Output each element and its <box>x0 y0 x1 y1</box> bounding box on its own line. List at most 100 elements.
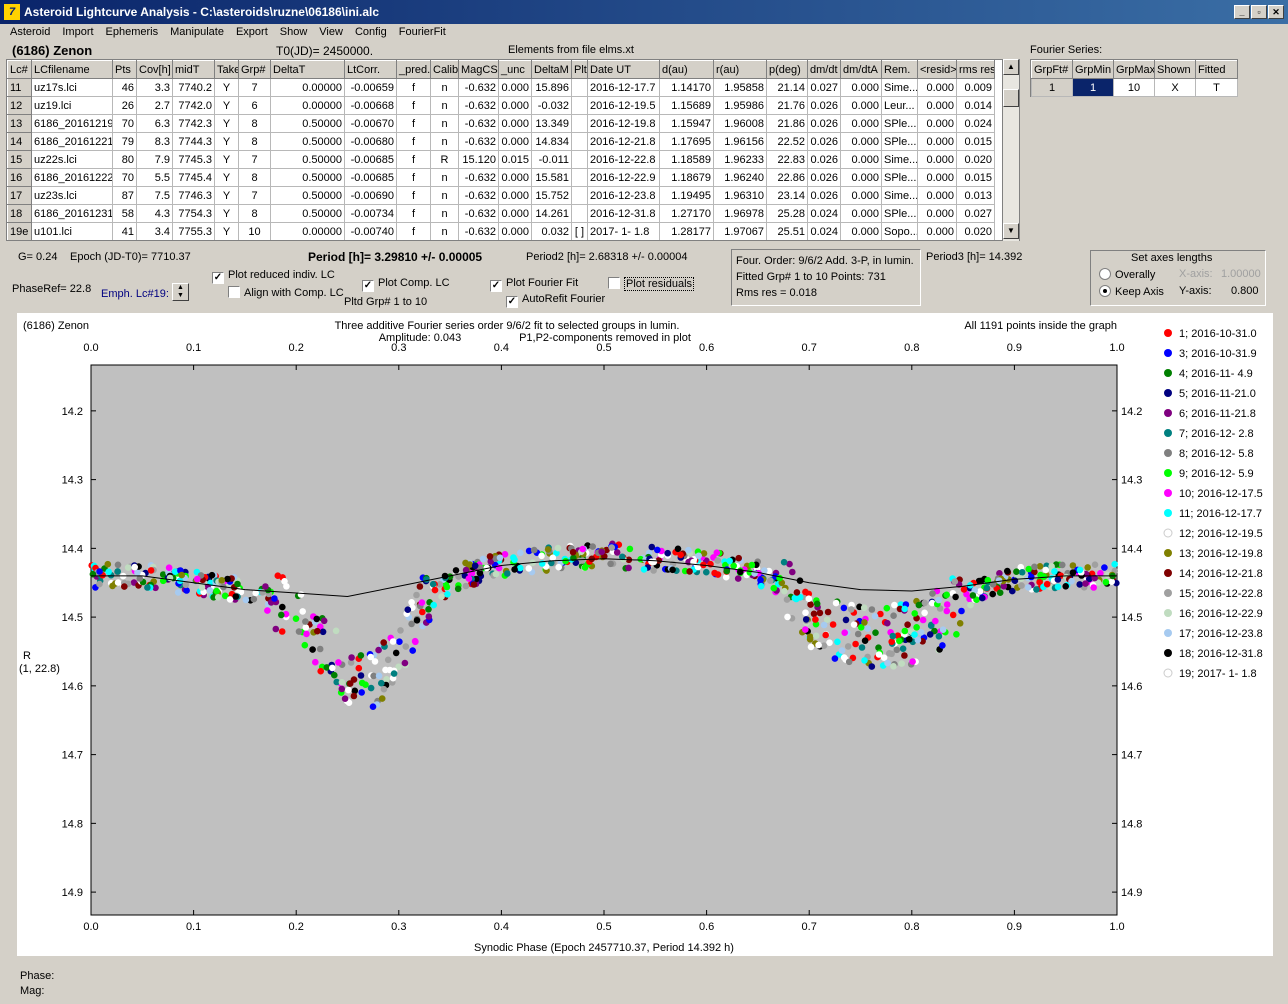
column-header[interactable]: _unc <box>498 60 532 79</box>
table-cell[interactable]: Y <box>214 186 239 205</box>
table-cell[interactable]: 0.50000 <box>270 114 345 133</box>
column-header[interactable]: <resid> <box>917 60 957 79</box>
table-cell[interactable]: 7745.4 <box>172 168 215 187</box>
table-cell[interactable]: -0.632 <box>458 132 499 151</box>
table-cell[interactable]: 1.96978 <box>713 204 767 223</box>
table-cell[interactable] <box>571 150 588 169</box>
table-cell[interactable]: Sopo... <box>881 222 918 240</box>
table-cell[interactable]: -0.632 <box>458 168 499 187</box>
table-cell[interactable]: 1.96240 <box>713 168 767 187</box>
table-cell[interactable]: Y <box>214 204 239 223</box>
table-row[interactable]: 15 uz22s.lci 80 7.9 7745.3 Y 7 0.50000 -0.00685 f… <box>7 150 995 169</box>
table-cell[interactable]: 0.50000 <box>270 132 345 151</box>
table-cell[interactable]: 7745.3 <box>172 150 215 169</box>
table-cell[interactable]: 0.000 <box>917 186 957 205</box>
table-cell[interactable]: R <box>430 150 459 169</box>
table-cell[interactable]: 0.000 <box>917 168 957 187</box>
table-cell[interactable]: 15.896 <box>531 78 572 97</box>
table-cell[interactable]: 10 <box>238 222 271 240</box>
column-header[interactable]: Plt <box>571 60 588 79</box>
table-cell[interactable]: 21.86 <box>766 114 808 133</box>
fourier-cell[interactable]: 1 <box>1031 78 1073 97</box>
table-cell[interactable]: 0.00000 <box>270 222 345 240</box>
table-cell[interactable]: uz19.lci <box>31 96 113 115</box>
table-cell[interactable]: f <box>396 186 431 205</box>
table-cell[interactable]: 0.009 <box>956 78 995 97</box>
table-row[interactable]: 18 6186_20161231 58 4.3 7754.3 Y 8 0.50000 -0.00… <box>7 204 995 223</box>
table-cell[interactable]: 23.14 <box>766 186 808 205</box>
table-cell[interactable]: -0.00668 <box>344 96 397 115</box>
table-cell[interactable]: 0.50000 <box>270 168 345 187</box>
table-cell[interactable]: 79 <box>112 132 137 151</box>
table-cell[interactable]: 87 <box>112 186 137 205</box>
table-cell[interactable]: -0.00670 <box>344 114 397 133</box>
table-cell[interactable]: -0.00734 <box>344 204 397 223</box>
table-cell[interactable]: Y <box>214 114 239 133</box>
fourier-column-header[interactable]: Fitted <box>1195 60 1238 79</box>
table-cell[interactable]: 0.000 <box>840 78 882 97</box>
column-header[interactable]: LtCorr. <box>344 60 397 79</box>
table-cell[interactable]: 4.3 <box>136 204 173 223</box>
table-cell[interactable]: 18 <box>7 204 32 223</box>
table-cell[interactable]: f <box>396 132 431 151</box>
table-cell[interactable]: 0.026 <box>807 150 841 169</box>
table-cell[interactable]: 0.50000 <box>270 186 345 205</box>
table-cell[interactable] <box>571 186 588 205</box>
table-cell[interactable]: 22.52 <box>766 132 808 151</box>
table-row[interactable]: 19e u101.lci 41 3.4 7755.3 Y 10 0.00000 -0.00740… <box>7 222 995 240</box>
table-cell[interactable]: 58 <box>112 204 137 223</box>
keep-axis-radio[interactable]: Keep Axis <box>1099 285 1164 298</box>
plot-comp-lc-checkbox[interactable]: ✓ Plot Comp. LC <box>362 277 450 292</box>
table-cell[interactable]: 14.834 <box>531 132 572 151</box>
align-comp-checkbox[interactable]: Align with Comp. LC <box>228 286 344 299</box>
table-cell[interactable]: 2016-12-22.8 <box>587 150 660 169</box>
table-cell[interactable]: 6186_20161221 <box>31 132 113 151</box>
table-cell[interactable]: 2016-12-22.9 <box>587 168 660 187</box>
table-cell[interactable]: 0.000 <box>498 132 532 151</box>
menu-export[interactable]: Export <box>230 24 274 38</box>
column-header[interactable]: Date UT <box>587 60 660 79</box>
table-cell[interactable]: -0.00680 <box>344 132 397 151</box>
table-cell[interactable]: 0.000 <box>498 204 532 223</box>
table-cell[interactable]: f <box>396 114 431 133</box>
table-row[interactable]: 12 uz19.lci 26 2.7 7742.0 Y 6 0.00000 -0.00668 f n… <box>7 96 995 115</box>
overally-radio[interactable]: Overally <box>1099 268 1155 281</box>
table-cell[interactable]: 0.000 <box>840 168 882 187</box>
column-header[interactable]: dm/dtA <box>840 60 882 79</box>
menu-config[interactable]: Config <box>349 24 393 38</box>
table-cell[interactable]: 0.026 <box>807 186 841 205</box>
table-cell[interactable] <box>571 96 588 115</box>
table-cell[interactable]: 0.000 <box>917 132 957 151</box>
table-cell[interactable]: 1.18589 <box>659 150 714 169</box>
table-cell[interactable]: 0.000 <box>917 204 957 223</box>
table-cell[interactable]: 0.000 <box>840 132 882 151</box>
table-cell[interactable]: 0.024 <box>956 114 995 133</box>
table-cell[interactable]: Y <box>214 78 239 97</box>
table-cell[interactable]: 21.14 <box>766 78 808 97</box>
table-cell[interactable]: n <box>430 222 459 240</box>
table-cell[interactable]: 8 <box>238 168 271 187</box>
table-cell[interactable]: -0.00659 <box>344 78 397 97</box>
table-cell[interactable]: 2016-12-19.8 <box>587 114 660 133</box>
table-cell[interactable]: 0.000 <box>917 78 957 97</box>
table-cell[interactable]: -0.632 <box>458 78 499 97</box>
table-cell[interactable]: 2016-12-23.8 <box>587 186 660 205</box>
table-cell[interactable]: 0.024 <box>807 204 841 223</box>
table-cell[interactable]: 6186_20161219 <box>31 114 113 133</box>
table-cell[interactable]: Y <box>214 150 239 169</box>
table-cell[interactable]: 7755.3 <box>172 222 215 240</box>
table-cell[interactable]: 0.020 <box>956 150 995 169</box>
table-cell[interactable]: 0.50000 <box>270 150 345 169</box>
fourier-cell[interactable]: 1 <box>1072 78 1114 97</box>
table-cell[interactable]: 2016-12-21.8 <box>587 132 660 151</box>
table-cell[interactable]: 7.9 <box>136 150 173 169</box>
table-cell[interactable]: 0.014 <box>956 96 995 115</box>
table-cell[interactable]: 1.96008 <box>713 114 767 133</box>
table-cell[interactable]: SPle... <box>881 168 918 187</box>
table-cell[interactable]: 0.000 <box>917 96 957 115</box>
table-cell[interactable]: Y <box>214 222 239 240</box>
table-cell[interactable]: 1.19495 <box>659 186 714 205</box>
table-row[interactable]: 16 6186_20161222 70 5.5 7745.4 Y 8 0.50000 -0.00… <box>7 168 995 187</box>
table-cell[interactable]: -0.00740 <box>344 222 397 240</box>
table-cell[interactable]: 0.000 <box>498 96 532 115</box>
